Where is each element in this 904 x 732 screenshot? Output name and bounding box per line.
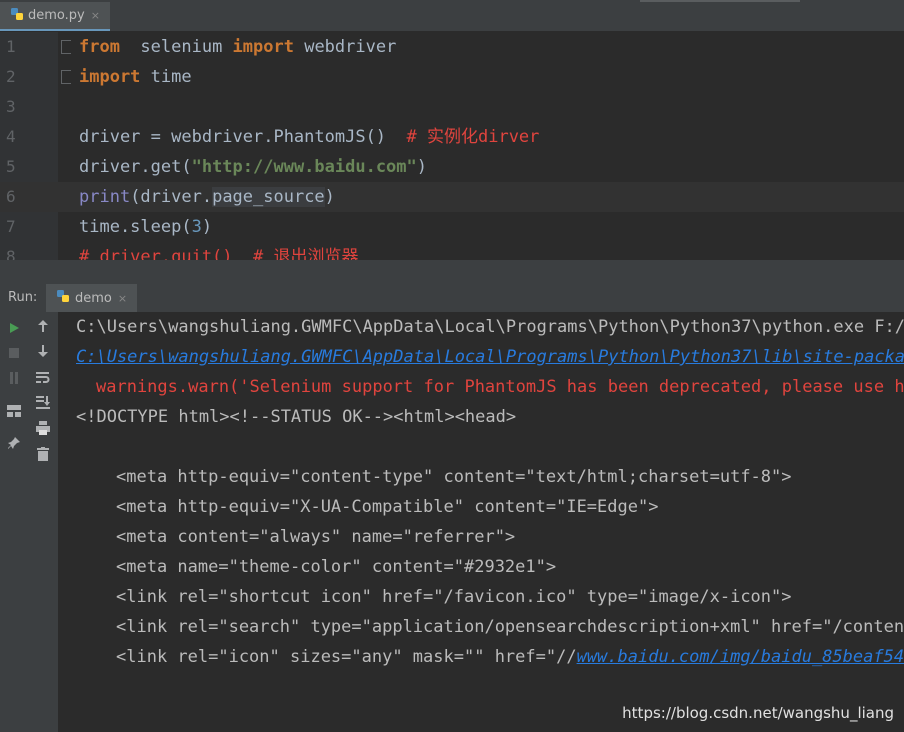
line-number: 5 bbox=[6, 157, 16, 176]
console-link[interactable]: www.baidu.com/img/baidu_85beaf5496 bbox=[577, 647, 904, 667]
console-line: <link rel="icon" sizes="any" mask="" hre… bbox=[116, 642, 904, 672]
run-tab-label: demo bbox=[75, 290, 112, 306]
code-token: # driver.quit() # 退出浏览器 bbox=[79, 247, 359, 260]
code-token: webdriver bbox=[293, 37, 397, 57]
code-token: driver.get( bbox=[79, 157, 192, 177]
code-token: # 实例化dirver bbox=[406, 127, 540, 147]
console-line: <meta http-equiv="X-UA-Compatible" conte… bbox=[116, 492, 658, 522]
code-token: print bbox=[79, 187, 131, 207]
close-icon[interactable]: × bbox=[91, 9, 100, 22]
run-tab-demo[interactable]: demo × bbox=[46, 284, 138, 312]
run-toolbar-left bbox=[0, 312, 30, 732]
close-icon[interactable]: × bbox=[118, 292, 127, 305]
run-tool-window-header: Run: demo × bbox=[0, 284, 904, 313]
code-line[interactable]: 8 # driver.quit() # 退出浏览器 bbox=[0, 242, 904, 260]
python-file-icon bbox=[10, 7, 24, 25]
arrow-down-icon[interactable] bbox=[35, 343, 51, 359]
fold-marker-icon[interactable] bbox=[61, 70, 71, 84]
code-token: time bbox=[140, 67, 192, 87]
watermark-text: https://blog.csdn.net/wangshu_liang bbox=[622, 704, 894, 722]
fold-marker-icon[interactable] bbox=[61, 40, 71, 54]
code-text: # driver.quit() # 退出浏览器 bbox=[79, 242, 358, 260]
console-text: <meta http-equiv="content-type" content=… bbox=[116, 467, 792, 487]
console-text: <meta content="always" name="referrer"> bbox=[116, 527, 516, 547]
code-token: 3 bbox=[191, 217, 202, 237]
console-line: <meta http-equiv="content-type" content=… bbox=[116, 462, 792, 492]
code-line[interactable]: 4 driver = webdriver.PhantomJS() # 实例化dir… bbox=[0, 122, 904, 152]
code-token: selenium bbox=[119, 37, 233, 57]
console-line: C:\Users\wangshuliang.GWMFC\AppData\Loca… bbox=[76, 342, 904, 372]
run-icon[interactable] bbox=[6, 320, 22, 336]
editor-tab-label: demo.py bbox=[28, 8, 85, 23]
line-number: 1 bbox=[6, 37, 16, 56]
console-line: C:\Users\wangshuliang.GWMFC\AppData\Loca… bbox=[76, 312, 904, 342]
code-token: ) bbox=[201, 217, 213, 237]
code-token: page_source bbox=[212, 187, 325, 207]
code-token: import bbox=[79, 67, 141, 87]
run-console-output[interactable]: C:\Users\wangshuliang.GWMFC\AppData\Loca… bbox=[58, 312, 904, 732]
console-text: C:\Users\wangshuliang.GWMFC\AppData\Loca… bbox=[76, 317, 904, 337]
console-line: <meta name="theme-color" content="#2932e… bbox=[116, 552, 556, 582]
code-text: from selenium import webdriver bbox=[79, 32, 396, 62]
console-text: <link rel="search" type="application/ope… bbox=[116, 617, 904, 637]
code-line[interactable]: 3 bbox=[0, 92, 904, 122]
panel-divider[interactable] bbox=[0, 260, 904, 284]
code-token: ) bbox=[416, 157, 428, 177]
arrow-up-icon[interactable] bbox=[35, 318, 51, 334]
print-icon[interactable] bbox=[35, 420, 51, 436]
python-file-icon bbox=[56, 289, 70, 307]
trash-icon[interactable] bbox=[35, 446, 51, 462]
line-number: 7 bbox=[6, 217, 16, 236]
run-toolbar-right bbox=[29, 312, 58, 732]
layout-icon[interactable] bbox=[6, 403, 22, 419]
console-line: <link rel="shortcut icon" href="/favicon… bbox=[116, 582, 792, 612]
code-line[interactable]: 2 import time bbox=[0, 62, 904, 92]
code-token: from bbox=[79, 37, 120, 57]
code-line[interactable]: 6 print(driver.page_source) bbox=[0, 182, 904, 212]
editor-tab-bar: demo.py × bbox=[0, 0, 904, 32]
code-text: time.sleep(3) bbox=[79, 212, 212, 242]
tab-bar-indicator bbox=[640, 0, 800, 2]
code-token: driver = webdriver.PhantomJS() bbox=[79, 127, 407, 147]
code-token: import bbox=[232, 37, 294, 57]
code-token: (driver. bbox=[130, 187, 213, 207]
pin-icon[interactable] bbox=[6, 435, 22, 451]
scroll-to-end-icon[interactable] bbox=[35, 394, 51, 410]
console-link[interactable]: C:\Users\wangshuliang.GWMFC\AppData\Loca… bbox=[76, 347, 904, 367]
code-token: ) bbox=[324, 187, 335, 207]
console-text: <meta http-equiv="X-UA-Compatible" conte… bbox=[116, 497, 659, 517]
line-number: 6 bbox=[6, 187, 16, 206]
soft-wrap-icon[interactable] bbox=[35, 369, 51, 385]
console-line: <!DOCTYPE html><!--STATUS OK--><html><he… bbox=[76, 402, 516, 432]
line-number: 2 bbox=[6, 67, 16, 86]
code-line[interactable]: 1 from selenium import webdriver bbox=[0, 32, 904, 62]
code-text: print(driver.page_source) bbox=[79, 182, 335, 212]
code-text: driver = webdriver.PhantomJS() # 实例化dirv… bbox=[79, 122, 539, 152]
run-label: Run: bbox=[8, 290, 38, 305]
console-line: <meta content="always" name="referrer"> bbox=[116, 522, 515, 552]
code-text: driver.get("http://www.baidu.com") bbox=[79, 152, 427, 182]
code-editor[interactable]: 1 from selenium import webdriver 2 import t… bbox=[0, 32, 904, 260]
console-text: warnings.warn('Selenium support for Phan… bbox=[96, 377, 904, 397]
code-token: "http://www.baidu.com" bbox=[191, 157, 417, 177]
console-text: <meta name="theme-color" content="#2932e… bbox=[116, 557, 557, 577]
console-line: <link rel="search" type="application/ope… bbox=[116, 612, 904, 642]
pause-icon[interactable] bbox=[6, 370, 22, 386]
stop-icon[interactable] bbox=[6, 345, 22, 361]
console-text: <link rel="shortcut icon" href="/favicon… bbox=[116, 587, 792, 607]
code-line[interactable]: 7 time.sleep(3) bbox=[0, 212, 904, 242]
console-text: <!DOCTYPE html><!--STATUS OK--><html><he… bbox=[76, 407, 517, 427]
line-number: 4 bbox=[6, 127, 16, 146]
line-number: 8 bbox=[6, 247, 16, 260]
editor-tab-demo[interactable]: demo.py × bbox=[0, 2, 110, 31]
code-line[interactable]: 5 driver.get("http://www.baidu.com") bbox=[0, 152, 904, 182]
code-token: time.sleep( bbox=[79, 217, 192, 237]
line-number: 3 bbox=[6, 97, 16, 116]
console-line: warnings.warn('Selenium support for Phan… bbox=[96, 372, 904, 402]
console-text: <link rel="icon" sizes="any" mask="" hre… bbox=[116, 647, 577, 667]
code-text: import time bbox=[79, 62, 192, 92]
